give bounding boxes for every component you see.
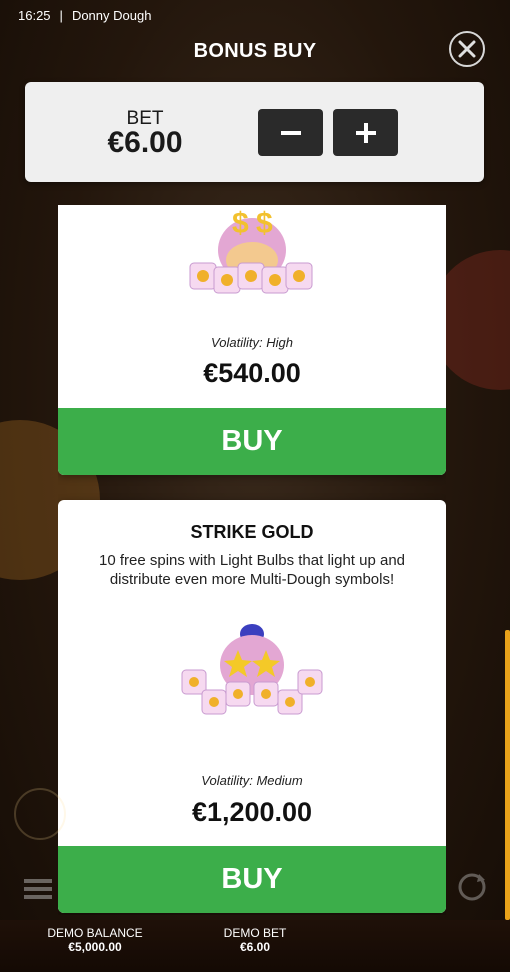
buy-button[interactable]: BUY [58, 846, 446, 913]
bet-footer-value: €6.00 [239, 940, 271, 954]
close-button[interactable] [449, 31, 485, 67]
autoplay-icon [458, 873, 486, 901]
page-title: BONUS BUY [193, 40, 317, 62]
separator: | [59, 7, 63, 23]
bonus-price: €1,200.00 [191, 797, 313, 827]
volatility-label: Volatility: High [211, 335, 293, 350]
bet-panel: BET €6.00 [25, 82, 484, 182]
bonus-description: 10 free spins with Light Bulbs that ligh… [98, 552, 406, 588]
scrollbar[interactable] [505, 630, 510, 920]
bonus-card: STRIKE GOLD 10 free spins with Light Bul… [58, 500, 446, 913]
bet-value: €6.00 [107, 126, 183, 159]
bonus-title: STRIKE GOLD [190, 522, 314, 542]
bet-footer-label: DEMO BET [223, 926, 287, 940]
bonus-card: $ $ Volatility: High €540.00 BUY [58, 205, 446, 475]
svg-text:$: $ [256, 207, 273, 240]
clock: 16:25 [18, 7, 51, 23]
buy-button[interactable]: BUY [58, 408, 446, 475]
close-icon [458, 40, 476, 58]
volatility-label: Volatility: Medium [201, 773, 303, 788]
demo-balance: DEMO BALANCE €5,000.00 [40, 926, 150, 954]
decrease-bet-button[interactable] [258, 109, 323, 156]
minus-icon [280, 130, 301, 135]
status-bar: 16:25 | Donny Dough [0, 0, 510, 30]
bonus-artwork-icon: $ $ [189, 207, 313, 294]
plus-icon [355, 122, 376, 143]
balance-value: €5,000.00 [68, 940, 122, 954]
bonus-list[interactable]: $ $ Volatility: High €540.00 BUY STRIKE … [58, 205, 446, 915]
menu-icon [24, 879, 52, 899]
svg-text:$: $ [232, 207, 249, 240]
increase-bet-button[interactable] [333, 109, 398, 156]
balance-label: DEMO BALANCE [47, 926, 143, 940]
demo-bet: DEMO BET €6.00 [215, 926, 295, 954]
buy-bonus-badge [14, 788, 66, 840]
bonus-artwork-icon [181, 624, 323, 715]
bonus-price: €540.00 [203, 358, 301, 388]
game-name: Donny Dough [71, 7, 152, 23]
